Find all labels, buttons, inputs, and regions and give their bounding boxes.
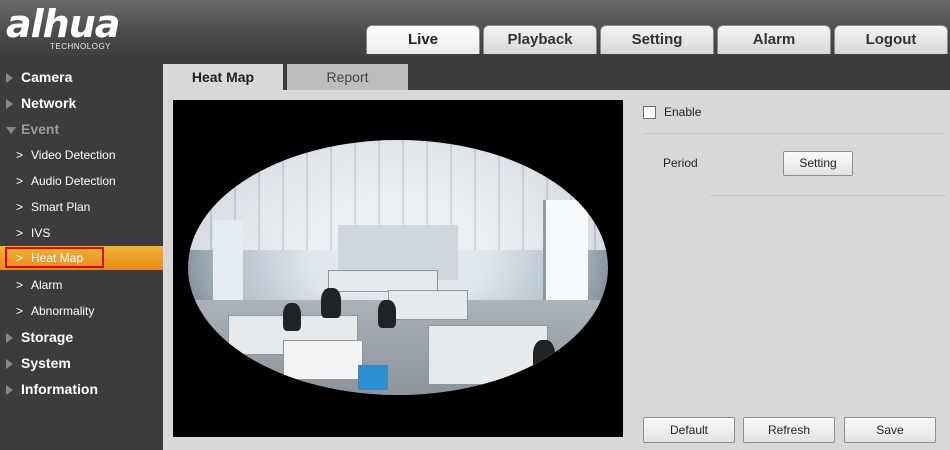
nav-tab-playback[interactable]: Playback bbox=[483, 25, 597, 54]
chevron-right-icon: > bbox=[16, 304, 24, 318]
chevron-right-icon: > bbox=[16, 148, 24, 162]
nav-tab-setting[interactable]: Setting bbox=[600, 25, 714, 54]
sidebar-item-network[interactable]: Network bbox=[0, 91, 163, 115]
sidebar-item-label: Alarm bbox=[31, 278, 63, 292]
sidebar-item-video-detection[interactable]: > Video Detection bbox=[0, 143, 163, 167]
sidebar-item-label: Camera bbox=[21, 69, 73, 85]
sidebar-item-label: IVS bbox=[31, 226, 51, 240]
sidebar-item-heat-map[interactable]: > Heat Map bbox=[0, 246, 163, 270]
nav-tab-live[interactable]: Live bbox=[366, 25, 480, 54]
sidebar-item-ivs[interactable]: > IVS bbox=[0, 221, 163, 245]
video-preview bbox=[173, 100, 623, 437]
nav-tab-alarm[interactable]: Alarm bbox=[717, 25, 831, 54]
sidebar: Camera Network Event > Video Detection >… bbox=[0, 56, 163, 450]
sidebar-item-label: Information bbox=[21, 381, 98, 397]
save-button[interactable]: Save bbox=[844, 417, 936, 443]
sidebar-item-information[interactable]: Information bbox=[0, 377, 163, 401]
chevron-right-icon: > bbox=[16, 226, 24, 240]
collapse-arrow-icon bbox=[6, 127, 16, 134]
brand-tagline: TECHNOLOGY bbox=[50, 42, 112, 51]
sidebar-item-smart-plan[interactable]: > Smart Plan bbox=[0, 195, 163, 219]
sidebar-item-label: Network bbox=[21, 95, 77, 111]
refresh-button[interactable]: Refresh bbox=[743, 417, 835, 443]
sidebar-item-alarm[interactable]: > Alarm bbox=[0, 273, 163, 297]
expand-arrow-icon bbox=[6, 333, 13, 343]
expand-arrow-icon bbox=[6, 73, 13, 83]
fisheye-camera-image bbox=[188, 140, 608, 395]
enable-checkbox[interactable] bbox=[643, 106, 656, 119]
period-setting-button[interactable]: Setting bbox=[783, 151, 853, 176]
tab-report[interactable]: Report bbox=[287, 64, 408, 90]
sidebar-item-label: System bbox=[21, 355, 71, 371]
sidebar-item-label: Event bbox=[21, 121, 60, 137]
sidebar-item-label: Abnormality bbox=[31, 304, 95, 318]
sidebar-item-label: Heat Map bbox=[31, 251, 84, 265]
top-bar: alhua TECHNOLOGY Live Playback Setting A… bbox=[0, 0, 950, 56]
sidebar-item-label: Storage bbox=[21, 329, 74, 345]
divider bbox=[710, 195, 946, 196]
sidebar-item-camera[interactable]: Camera bbox=[0, 65, 163, 89]
sidebar-item-abnormality[interactable]: > Abnormality bbox=[0, 299, 163, 323]
chevron-right-icon: > bbox=[16, 278, 24, 292]
sidebar-item-label: Audio Detection bbox=[31, 174, 116, 188]
divider bbox=[643, 133, 946, 134]
sidebar-item-system[interactable]: System bbox=[0, 351, 163, 375]
sidebar-item-audio-detection[interactable]: > Audio Detection bbox=[0, 169, 163, 193]
nav-tab-logout[interactable]: Logout bbox=[834, 25, 948, 54]
period-label: Period bbox=[663, 156, 698, 170]
sidebar-item-label: Video Detection bbox=[31, 148, 116, 162]
expand-arrow-icon bbox=[6, 359, 13, 369]
tab-heat-map[interactable]: Heat Map bbox=[163, 64, 283, 90]
sidebar-item-storage[interactable]: Storage bbox=[0, 325, 163, 349]
sidebar-item-label: Smart Plan bbox=[31, 200, 91, 214]
chevron-right-icon: > bbox=[16, 251, 24, 265]
brand-name: alhua bbox=[6, 2, 120, 46]
sidebar-item-event[interactable]: Event bbox=[0, 117, 163, 141]
enable-label: Enable bbox=[664, 105, 702, 119]
expand-arrow-icon bbox=[6, 385, 13, 395]
expand-arrow-icon bbox=[6, 99, 13, 109]
chevron-right-icon: > bbox=[16, 174, 24, 188]
default-button[interactable]: Default bbox=[643, 417, 735, 443]
chevron-right-icon: > bbox=[16, 200, 24, 214]
